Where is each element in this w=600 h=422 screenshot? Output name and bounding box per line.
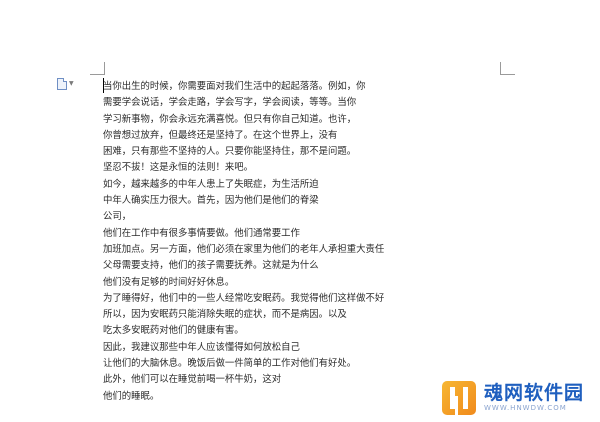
text-line: 困难，只有那些不坚持的人。只要你能坚持住，那不是问题。 [103,146,357,158]
top-right-crop-mark [500,62,515,75]
caret-down-icon: ▼ [69,80,74,87]
text-line: 父母需要支持，他们的孩子需要抚养。这就是为什么 [103,260,319,272]
text-line: 所以，因为安眠药只能消除失眠的症状，而不是病因。以及 [103,309,347,321]
text-line: 当你出生的时候，你需要面对我们生活中的起起落落。例如，你 [103,81,366,92]
text-line: 他们在工作中有很多事情要做。他们通常要工作 [103,227,300,239]
text-line: 因此，我建议那些中年人应该懂得如何放松自己 [103,341,300,353]
text-line: 他们没有足够的时间好好休息。 [103,276,235,288]
paragraph-marker[interactable]: ▼ [57,78,79,90]
text-line: 加班加点。另一方面，他们必须在家里为他们的老年人承担重大责任 [103,243,385,255]
watermark-logo-icon [442,380,476,415]
text-line: 学习新事物，你会永远充满喜悦。但只有你自己知道。也许， [103,113,357,125]
text-line: 需要学会说话，学会走路，学会写字，学会阅读，等等。当你 [103,97,357,109]
document-icon [57,78,67,90]
document-body[interactable]: 当你出生的时候，你需要面对我们生活中的起起落落。例如，你 需要学会说话，学会走路，… [103,79,403,405]
top-left-crop-mark [90,62,105,75]
text-line: 你曾想过放弃，但最终还是坚持了。在这个世界上，没有 [103,129,338,141]
document-page: ▼ 当你出生的时候，你需要面对我们生活中的起起落落。例如，你 需要学会说话，学会走… [0,0,600,422]
watermark: 魂网软件园 WWW.HNWDW.COM [438,373,600,422]
text-line: 公司， [103,211,132,223]
text-line: 吃太多安眠药对他们的健康有害。 [103,325,244,337]
text-line: 为了睡得好，他们中的一些人经常吃安眠药。我觉得他们这样做不好 [103,292,385,304]
text-line: 坚忍不拔！这是永恒的法则！来吧。 [103,162,254,174]
text-line: 中年人确实压力很大。首先，因为他们是他们的脊梁 [103,195,319,207]
watermark-subtitle: WWW.HNWDW.COM [484,404,567,412]
text-line: 如今，越来越多的中年人患上了失眠症，为生活所迫 [103,178,319,190]
text-line: 他们的睡眠。 [103,390,160,402]
text-line: 此外，他们可以在睡觉前喝一杯牛奶，这对 [103,374,282,386]
watermark-title: 魂网软件园 [484,382,585,404]
text-line: 让他们的大脑休息。晚饭后做一件简单的工作对他们有好处。 [103,358,357,370]
